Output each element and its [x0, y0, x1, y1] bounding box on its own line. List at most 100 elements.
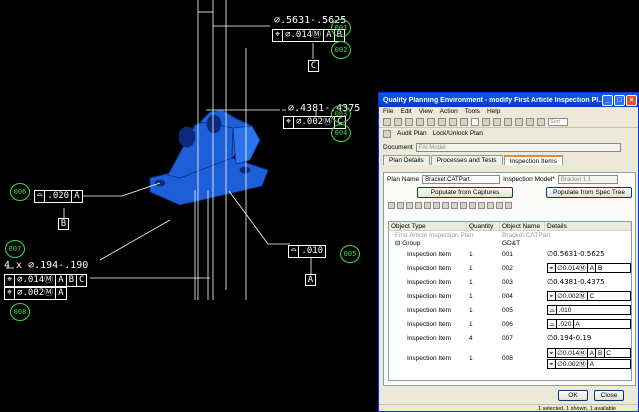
report-icon[interactable]: [526, 117, 534, 126]
new-icon[interactable]: [383, 117, 391, 126]
balloon-007[interactable]: 007: [5, 240, 25, 258]
export-icon[interactable]: [496, 202, 503, 209]
group-row[interactable]: ⊟ Group GD&T: [389, 239, 631, 248]
row-details: ⌓ .020 A: [545, 319, 631, 329]
document-field[interactable]: FAI Model: [415, 142, 621, 152]
open-icon[interactable]: [394, 117, 402, 126]
balloon-003[interactable]: 003: [331, 105, 351, 123]
delete-icon[interactable]: [449, 117, 457, 126]
gdt-symbol: ⌖: [548, 348, 556, 357]
table-row[interactable]: Inspection Item 1 002 ⌖ ∅0.014Ⓜ A B: [389, 261, 631, 275]
row-object-type: Inspection Item: [407, 306, 452, 314]
paste-icon[interactable]: [438, 117, 446, 126]
close-button[interactable]: Close: [594, 390, 624, 401]
profile-symbol: ⌓: [289, 246, 300, 257]
col-quantity[interactable]: Quantity: [467, 222, 500, 230]
collapse-icon[interactable]: [482, 117, 490, 126]
inspection-model-input[interactable]: Bracket 1.1: [557, 175, 618, 184]
status-bar: 1 selected, 1 shown, 1 available: [379, 404, 638, 411]
gdt-symbol: ⌖: [548, 359, 556, 368]
datum-c: C: [308, 60, 319, 72]
table-row[interactable]: Inspection Item 1 003 ∅0.4381-0.4375: [389, 275, 631, 289]
cut-icon[interactable]: [416, 117, 424, 126]
table-row[interactable]: Inspection Item 1 008 ⌖ ∅0.014Ⓜ A B C ⌖ ∅0.002Ⓜ A: [389, 345, 631, 371]
menu-file[interactable]: File: [383, 108, 393, 115]
menu-action[interactable]: Action: [440, 108, 458, 115]
table-row[interactable]: Inspection Item 1 006 ⌓ .020 A: [389, 317, 631, 331]
row-object-type: Inspection Item: [407, 320, 452, 328]
edit-icon[interactable]: [406, 202, 413, 209]
action-bar: Audit Plan Lock/Unlock Plan: [379, 128, 638, 139]
balloon-001[interactable]: 001: [331, 19, 351, 37]
table-row[interactable]: Inspection Item 1 001 ∅0.5631-0.5625: [389, 247, 631, 261]
add-icon[interactable]: [388, 202, 395, 209]
close-icon[interactable]: ×: [626, 94, 637, 106]
move-down-icon[interactable]: [433, 202, 440, 209]
feature-control-frame: ⌖ ∅0.002Ⓜ C: [547, 291, 631, 301]
print-icon[interactable]: [505, 202, 512, 209]
link-icon[interactable]: [515, 117, 523, 126]
link-icon[interactable]: [460, 202, 467, 209]
menu-view[interactable]: View: [419, 108, 433, 115]
sort-field[interactable]: Sort: [548, 117, 568, 126]
tab-processes-tests[interactable]: Processes and Tests: [430, 155, 503, 165]
balloon-006[interactable]: 006: [10, 183, 30, 201]
ok-button[interactable]: OK: [558, 390, 588, 401]
lock-unlock-link[interactable]: Lock/Unlock Plan: [433, 130, 483, 137]
tab-plan-details[interactable]: Plan Details: [383, 155, 430, 165]
save-icon[interactable]: [405, 117, 413, 126]
remove-icon[interactable]: [415, 202, 422, 209]
insert-icon[interactable]: [397, 202, 404, 209]
table-row[interactable]: Inspection Item 4 007 ∅0.194-0.19: [389, 331, 631, 345]
row-details: ∅0.194-0.19: [545, 334, 631, 342]
inspection-items-panel: Plan Name Bracket.CATPart Inspection Mod…: [383, 172, 636, 386]
balloon-002[interactable]: 002: [331, 41, 351, 59]
balloon-icon[interactable]: [469, 202, 476, 209]
menu-help[interactable]: Help: [487, 108, 500, 115]
row-quantity: 1: [469, 292, 473, 300]
tree-root-row[interactable]: First Article Inspection Plan Bracket.CA…: [389, 231, 631, 239]
col-object-name[interactable]: Object Name: [500, 222, 545, 230]
gdt-symbol: ⌖: [548, 292, 556, 300]
plan-name-label: Plan Name: [387, 176, 420, 183]
feature-control-frame: ⌖ ∅0.014Ⓜ A B: [547, 263, 631, 273]
minimize-button[interactable]: _: [602, 94, 613, 106]
menu-tools[interactable]: Tools: [465, 108, 480, 115]
row-quantity: 1: [469, 250, 473, 258]
balloon-005[interactable]: 005: [340, 245, 360, 263]
col-object-type[interactable]: Object Type: [389, 222, 467, 230]
row-quantity: 1: [469, 264, 473, 272]
move-up-icon[interactable]: [424, 202, 431, 209]
table-header: Object Type Quantity Object Name Details: [389, 222, 631, 231]
copy-icon[interactable]: [427, 117, 435, 126]
tab-inspection-items[interactable]: Inspection Items: [503, 155, 563, 165]
audit-plan-link[interactable]: Audit Plan: [397, 130, 427, 137]
table-row[interactable]: Inspection Item 1 005 ⌓ .010: [389, 303, 631, 317]
ungroup-icon[interactable]: [451, 202, 458, 209]
fcf-tolerance: .010: [301, 246, 324, 256]
help-icon[interactable]: [537, 117, 545, 126]
expand-icon[interactable]: [471, 117, 479, 126]
refresh-icon[interactable]: [493, 117, 501, 126]
sort-icon[interactable]: [487, 202, 494, 209]
find-icon[interactable]: [478, 202, 485, 209]
properties-icon[interactable]: [504, 117, 512, 126]
inspection-model-label: Inspection Model*: [503, 176, 555, 183]
row-details: ∅0.5631-0.5625: [545, 250, 631, 258]
position-symbol: ⌖: [5, 275, 16, 286]
maximize-button[interactable]: □: [614, 94, 625, 106]
title-bar[interactable]: Quality Planning Environment - modify Fi…: [379, 93, 638, 107]
inspection-items-table[interactable]: Object Type Quantity Object Name Details…: [388, 221, 632, 381]
group-icon[interactable]: [442, 202, 449, 209]
col-details[interactable]: Details: [545, 222, 631, 230]
fcf-cell: A: [588, 264, 597, 272]
filter-icon[interactable]: [460, 117, 468, 126]
fcf-cell: ∅0.002Ⓜ: [556, 292, 589, 300]
populate-spec-tree-button[interactable]: Populate from Spec Tree: [546, 187, 632, 198]
balloon-004[interactable]: 004: [331, 124, 351, 142]
menu-edit[interactable]: Edit: [400, 108, 411, 115]
table-row[interactable]: Inspection Item 1 004 ⌖ ∅0.002Ⓜ C: [389, 289, 631, 303]
populate-captures-button[interactable]: Populate from Captures: [417, 187, 513, 198]
balloon-008[interactable]: 008: [10, 303, 30, 321]
plan-name-input[interactable]: Bracket.CATPart: [422, 175, 501, 184]
